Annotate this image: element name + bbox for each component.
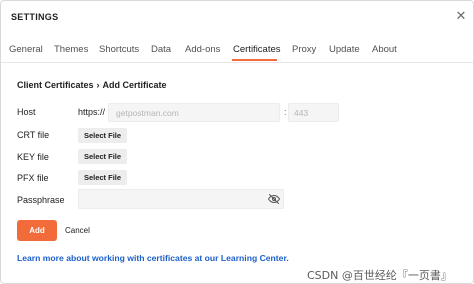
tab-themes[interactable]: Themes	[54, 44, 88, 55]
crt-file-label: CRT file	[17, 130, 50, 140]
key-select-file-button[interactable]: Select File	[78, 149, 127, 164]
tab-about[interactable]: About	[372, 44, 397, 55]
tab-certificates[interactable]: Certificates	[233, 44, 281, 55]
pfx-file-label: PFX file	[17, 173, 49, 183]
breadcrumb-separator: ›	[96, 80, 100, 90]
tab-add-ons[interactable]: Add-ons	[185, 44, 220, 55]
close-icon[interactable]: ✕	[454, 9, 468, 23]
tab-shortcuts[interactable]: Shortcuts	[99, 44, 139, 55]
host-input[interactable]: getpostman.com	[108, 103, 280, 122]
pfx-select-file-button[interactable]: Select File	[78, 170, 127, 185]
learning-center-link[interactable]: Learn more about working with certificat…	[17, 253, 289, 263]
modal-header: SETTINGS ✕	[1, 1, 473, 35]
key-file-label: KEY file	[17, 152, 49, 162]
tab-update[interactable]: Update	[329, 44, 360, 55]
watermark: CSDN @百世经纶『一页書』	[307, 269, 452, 282]
modal-title: SETTINGS	[11, 12, 59, 22]
port-separator: :	[284, 107, 287, 117]
cancel-button[interactable]: Cancel	[65, 226, 90, 235]
active-tab-indicator	[232, 59, 277, 61]
breadcrumb-current: Add Certificate	[102, 80, 167, 90]
tab-proxy[interactable]: Proxy	[292, 44, 316, 55]
passphrase-input[interactable]	[78, 189, 284, 209]
tab-general[interactable]: General	[9, 44, 43, 55]
settings-modal: SETTINGS ✕ General Themes Shortcuts Data…	[0, 0, 474, 284]
add-button[interactable]: Add	[17, 220, 57, 241]
eye-off-icon[interactable]	[268, 193, 280, 205]
tab-data[interactable]: Data	[151, 44, 171, 55]
passphrase-label: Passphrase	[17, 195, 65, 205]
port-input[interactable]: 443	[288, 103, 339, 122]
crt-select-file-button[interactable]: Select File	[78, 128, 127, 143]
host-scheme: https://	[78, 107, 106, 117]
breadcrumb-parent[interactable]: Client Certificates	[17, 80, 94, 90]
breadcrumb: Client Certificates › Add Certificate	[17, 80, 167, 90]
host-label: Host	[17, 107, 36, 117]
